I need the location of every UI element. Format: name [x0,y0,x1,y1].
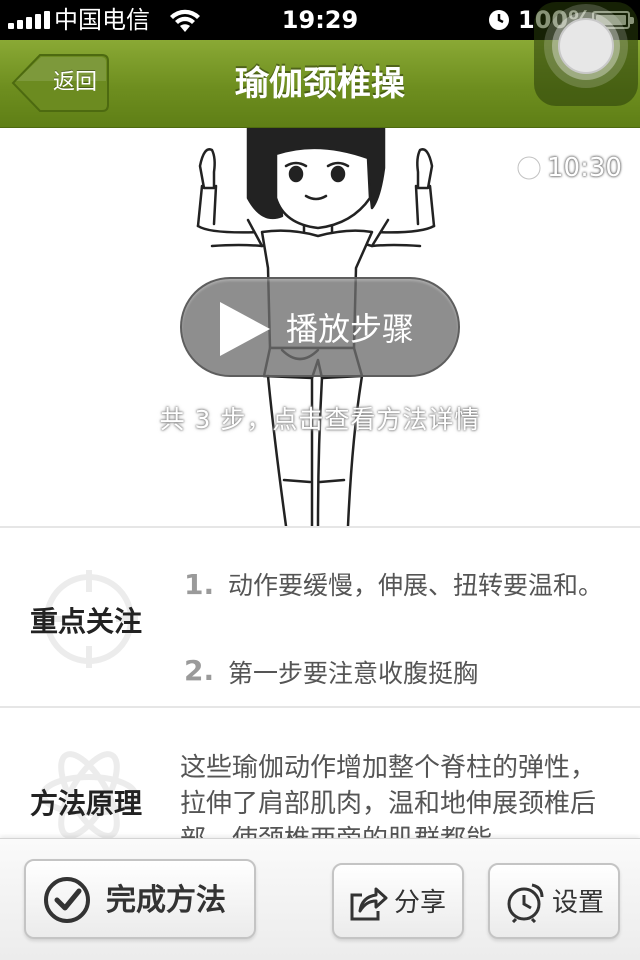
video-preview[interactable]: 10:30 播放步骤 共 3 步，点击查看方法详情 [0,128,640,526]
bottom-toolbar: 完成方法 分享 设置 [0,838,640,960]
key-points-label: 重点关注 [30,605,143,638]
back-button[interactable]: 返回 [10,53,110,113]
share-icon [350,887,388,921]
steps-hint: 共 3 步，点击查看方法详情 [159,405,481,434]
principle-label: 方法原理 [30,787,143,820]
alarm-clock-icon [507,883,544,923]
duration-indicator: 10:30 [515,152,622,184]
back-label: 返回 [52,70,97,95]
key-points-section: 重点关注 1. 动作要缓慢，伸展、扭转要温和。 2. 第一步要注意收腹挺胸 [0,528,640,706]
check-circle-icon [44,877,90,923]
complete-method-label: 完成方法 [106,883,226,918]
duration-text: 10:30 [547,153,622,183]
key-point-text: 动作要缓慢，伸展、扭转要温和。 [228,571,604,600]
play-steps-button[interactable]: 播放步骤 [180,277,460,377]
principle-section: 方法原理 这些瑜伽动作增加整个脊柱的弹性，拉伸了肩部肌肉，温和地伸展颈椎后部，使… [0,708,640,838]
key-point-number: 2. [184,654,215,687]
assistive-touch-button[interactable] [534,2,638,106]
clock-icon [516,155,542,181]
settings-button[interactable]: 设置 [488,863,620,939]
principle-text: 这些瑜伽动作增加整个脊柱的弹性，拉伸了肩部肌肉，温和地伸展颈椎后部，使颈椎两旁的… [180,753,597,838]
page-title: 瑜伽颈椎操 [235,64,405,104]
play-steps-label: 播放步骤 [286,310,415,348]
share-label: 分享 [394,888,447,918]
key-point-number: 1. [184,568,215,601]
complete-method-button[interactable]: 完成方法 [24,859,256,939]
key-point-text: 第一步要注意收腹挺胸 [228,659,479,688]
rotation-lock-icon [488,9,510,35]
share-button[interactable]: 分享 [332,863,464,939]
settings-label: 设置 [552,888,605,918]
play-icon [220,302,270,356]
